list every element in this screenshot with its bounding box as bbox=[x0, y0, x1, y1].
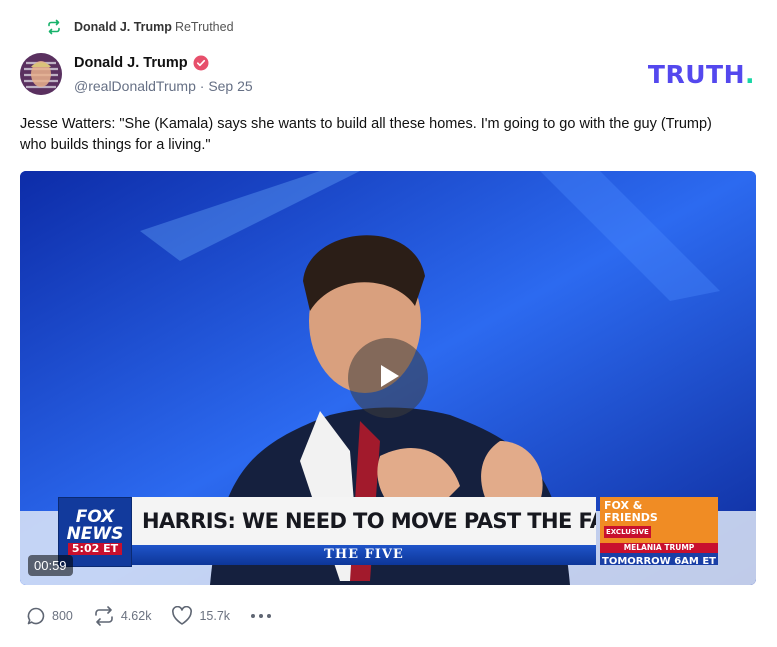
chyron-promo: FOX & FRIENDS EXCLUSIVE MELANIA TRUMP TO… bbox=[600, 497, 718, 565]
reply-icon bbox=[26, 606, 46, 626]
retruth-icon bbox=[93, 606, 115, 626]
verified-badge-icon bbox=[193, 55, 209, 71]
video-duration: 00:59 bbox=[28, 555, 73, 576]
post-date[interactable]: Sep 25 bbox=[208, 78, 252, 94]
play-button[interactable] bbox=[348, 338, 428, 418]
retruth-label: ReTruthed bbox=[174, 20, 234, 34]
display-name[interactable]: Donald J. Trump bbox=[74, 55, 188, 71]
post-header: Donald J. Trump @realDonaldTrump · Sep 2… bbox=[20, 53, 253, 95]
heart-icon bbox=[171, 606, 193, 626]
retruth-count: 4.62k bbox=[120, 609, 152, 623]
chyron-time: 5:02 ET bbox=[67, 543, 123, 555]
retruth-user-link[interactable]: Donald J. Trump bbox=[74, 20, 172, 34]
reply-button[interactable]: 800 bbox=[26, 606, 73, 626]
avatar[interactable] bbox=[20, 53, 62, 95]
news-chyron: FOX NEWS 5:02 ET HARRIS: WE NEED TO MOVE… bbox=[58, 497, 718, 567]
retruth-button[interactable]: 4.62k bbox=[93, 606, 152, 626]
more-button[interactable] bbox=[250, 613, 272, 619]
post-actions: 800 4.62k 15.7k bbox=[26, 606, 292, 626]
handle[interactable]: @realDonaldTrump bbox=[74, 78, 196, 94]
retruth-banner: Donald J. Trump ReTruthed bbox=[46, 19, 234, 35]
chyron-headline: HARRIS: WE NEED TO MOVE PAST THE FAILED … bbox=[132, 497, 596, 545]
play-icon bbox=[371, 359, 405, 398]
video-player[interactable]: FOX NEWS 5:02 ET HARRIS: WE NEED TO MOVE… bbox=[20, 171, 756, 585]
retruth-icon bbox=[46, 19, 62, 35]
like-button[interactable]: 15.7k bbox=[171, 606, 230, 626]
truth-social-logo[interactable]: TRUTH. bbox=[648, 60, 755, 89]
chyron-show-name: THE FIVE bbox=[132, 545, 596, 565]
post-text: Jesse Watters: "She (Kamala) says she wa… bbox=[20, 116, 712, 153]
like-count: 15.7k bbox=[199, 609, 231, 623]
reply-count: 800 bbox=[52, 609, 73, 623]
more-icon bbox=[250, 613, 272, 619]
